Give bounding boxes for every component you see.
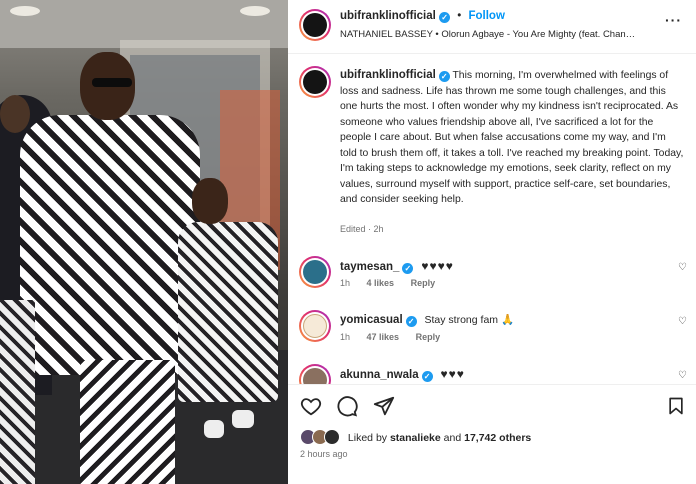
comment-like-heart-icon[interactable]: ♡ [678, 316, 687, 327]
verified-badge-icon: ✓ [439, 12, 451, 23]
heart-icon[interactable] [300, 395, 322, 417]
comment-text: Stay strong fam 🙏 [424, 314, 515, 326]
comment-text: ♥♥♥♥ [421, 259, 454, 273]
post-actions: Liked by stanalieke and 17,742 others 2 … [288, 384, 696, 484]
man-legs [80, 360, 175, 484]
comment-like-heart-icon[interactable]: ♡ [678, 262, 687, 273]
caption-meta: Edited · 2h [340, 224, 384, 234]
boy-head [192, 178, 228, 224]
author-username[interactable]: ubifranklinofficial [340, 10, 436, 22]
bookmark-icon[interactable] [666, 395, 686, 417]
comment-avatar[interactable] [299, 310, 331, 342]
post-timestamp: 2 hours ago [300, 449, 348, 459]
comment-username[interactable]: taymesan_ [340, 261, 399, 273]
follow-button[interactable]: Follow [468, 10, 504, 22]
liked-others[interactable]: 17,742 others [464, 432, 531, 444]
comment-text: ♥♥♥ [440, 367, 465, 381]
verified-badge-icon: ✓ [405, 316, 417, 327]
verified-badge-icon: ✓ [421, 371, 433, 382]
comment-username[interactable]: yomicasual [340, 314, 403, 326]
comment-time: 1h [340, 332, 351, 342]
comment-item: taymesan_ ✓ ♥♥♥♥ 1h 4 likes Reply ♡ [299, 256, 689, 296]
comment-item: yomicasual ✓ Stay strong fam 🙏 1h 47 lik… [299, 310, 689, 350]
comment-likes[interactable]: 4 likes [367, 278, 395, 288]
action-icons [300, 395, 405, 417]
comment-likes[interactable]: 47 likes [367, 332, 400, 342]
comment-icon[interactable] [336, 395, 359, 417]
caption-username[interactable]: ubifranklinofficial [340, 69, 436, 81]
comment-line: taymesan_ ✓ ♥♥♥♥ [340, 259, 454, 274]
comment-line: yomicasual ✓ Stay strong fam 🙏 [340, 313, 514, 327]
boy-shoe [232, 410, 254, 428]
post-side-panel: ubifranklinofficial ✓ • Follow NATHANIEL… [288, 0, 696, 484]
more-horizontal-icon[interactable]: ··· [665, 12, 682, 28]
comment-reply-button[interactable]: Reply [411, 278, 436, 288]
boy-figure [178, 222, 278, 402]
comment-avatar[interactable] [299, 256, 331, 288]
verified-badge-icon: ✓ [438, 71, 450, 82]
author-avatar[interactable] [299, 9, 331, 41]
post-header: ubifranklinofficial ✓ • Follow NATHANIEL… [288, 0, 696, 54]
share-icon[interactable] [373, 395, 395, 417]
partial-figure [0, 300, 35, 484]
caption-body: ubifranklinofficial ✓ This morning, I'm … [340, 68, 685, 208]
separator-dot: • [457, 10, 462, 22]
comment-time: 1h [340, 278, 351, 288]
audio-track[interactable]: NATHANIEL BASSEY • Olorun Agbaye - You A… [340, 29, 640, 40]
comment-meta: 1h 4 likes Reply [340, 278, 449, 288]
comment-like-heart-icon[interactable]: ♡ [678, 370, 687, 381]
author-line: ubifranklinofficial ✓ • Follow [340, 10, 505, 23]
background-person-head [0, 95, 30, 133]
boy-shoe [204, 420, 224, 438]
caption-text: This morning, I'm overwhelmed with feeli… [340, 70, 684, 205]
caption-avatar[interactable] [299, 66, 331, 98]
ceiling-light [240, 6, 270, 16]
liked-middle: and [443, 432, 462, 444]
liked-user[interactable]: stanalieke [390, 432, 441, 444]
comment-reply-button[interactable]: Reply [416, 332, 441, 342]
liked-by-avatars [300, 429, 342, 445]
post-media[interactable] [0, 0, 288, 484]
likes-summary[interactable]: Liked by stanalieke and 17,742 others [300, 429, 531, 445]
liked-prefix: Liked by [347, 432, 388, 444]
comment-username[interactable]: akunna_nwala [340, 369, 419, 381]
verified-badge-icon: ✓ [402, 263, 414, 274]
man-figure [20, 115, 200, 375]
sunglasses [92, 78, 132, 87]
comment-line: akunna_nwala ✓ ♥♥♥ [340, 367, 465, 382]
comment-meta: 1h 47 likes Reply [340, 332, 454, 342]
ceiling-light [10, 6, 40, 16]
